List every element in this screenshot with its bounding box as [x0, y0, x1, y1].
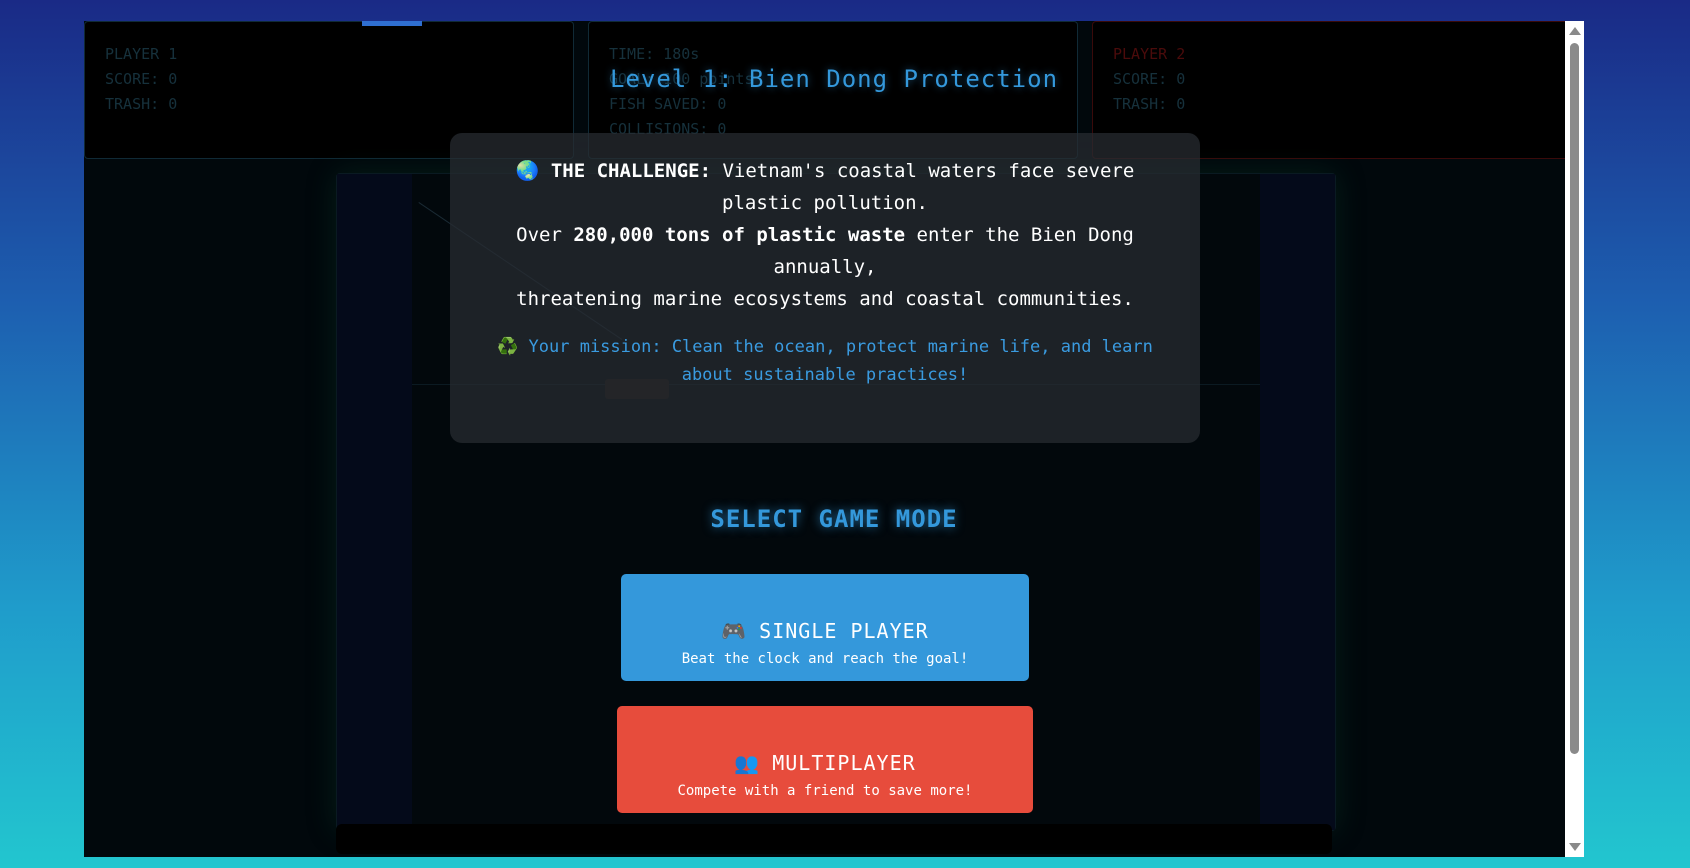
- single-player-label: SINGLE PLAYER: [759, 618, 929, 643]
- right-lane: [1260, 174, 1335, 830]
- left-lane: [337, 174, 412, 830]
- globe-icon: 🌏: [515, 160, 540, 182]
- fish-saved-readout: FISH SAVED: 0: [609, 95, 727, 113]
- multiplayer-button[interactable]: 👥 MULTIPLAYER Compete with a friend to sa…: [617, 706, 1033, 813]
- player2-trash: TRASH: 0: [1113, 95, 1186, 113]
- bottom-bar: [336, 824, 1332, 854]
- gamepad-icon: 🎮: [721, 618, 748, 643]
- mission-text: ♻️ Your mission: Clean the ocean, protec…: [490, 333, 1160, 389]
- player1-name: PLAYER 1: [105, 45, 178, 63]
- hud-tab-indicator: [362, 21, 422, 26]
- game-frame: PLAYER 1 SCORE: 0 TRASH: 0 TIME: 180s GO…: [84, 21, 1584, 857]
- scroll-up-arrow-icon[interactable]: [1569, 27, 1581, 35]
- challenge-text: Vietnam's coastal waters face severe pla…: [711, 160, 1135, 214]
- time-readout: TIME: 180s: [609, 45, 700, 63]
- scroll-down-arrow-icon[interactable]: [1569, 843, 1581, 851]
- single-player-subtitle: Beat the clock and reach the goal!: [681, 650, 969, 667]
- single-player-label-row: 🎮 SINGLE PLAYER: [627, 619, 1023, 643]
- plastic-amount: 280,000 tons of plastic waste: [573, 224, 906, 246]
- story-box: 🌏 THE CHALLENGE: Vietnam's coastal water…: [450, 133, 1200, 443]
- multiplayer-label-row: 👥 MULTIPLAYER: [623, 751, 1027, 775]
- multiplayer-subtitle: Compete with a friend to save more!: [677, 782, 973, 799]
- challenge-label: THE CHALLENGE:: [550, 160, 712, 182]
- recycle-icon: ♻️: [497, 337, 519, 357]
- select-mode-title: SELECT GAME MODE: [710, 505, 958, 533]
- player1-trash: TRASH: 0: [105, 95, 178, 113]
- scroll-thumb[interactable]: [1570, 43, 1579, 754]
- over-prefix: Over: [516, 224, 574, 246]
- player2-name: PLAYER 2: [1113, 45, 1186, 63]
- vertical-scrollbar[interactable]: [1565, 21, 1584, 857]
- single-player-button[interactable]: 🎮 SINGLE PLAYER Beat the clock and reach …: [621, 574, 1029, 681]
- mission-body: Your mission: Clean the ocean, protect m…: [518, 337, 1153, 385]
- multiplayer-label: MULTIPLAYER: [772, 750, 916, 775]
- story-text: 🌏 THE CHALLENGE: Vietnam's coastal water…: [490, 155, 1160, 315]
- threat-line: threatening marine ecosystems and coasta…: [516, 288, 1134, 310]
- level-title: Level 1: Bien Dong Protection: [609, 65, 1059, 93]
- users-icon: 👥: [734, 750, 761, 775]
